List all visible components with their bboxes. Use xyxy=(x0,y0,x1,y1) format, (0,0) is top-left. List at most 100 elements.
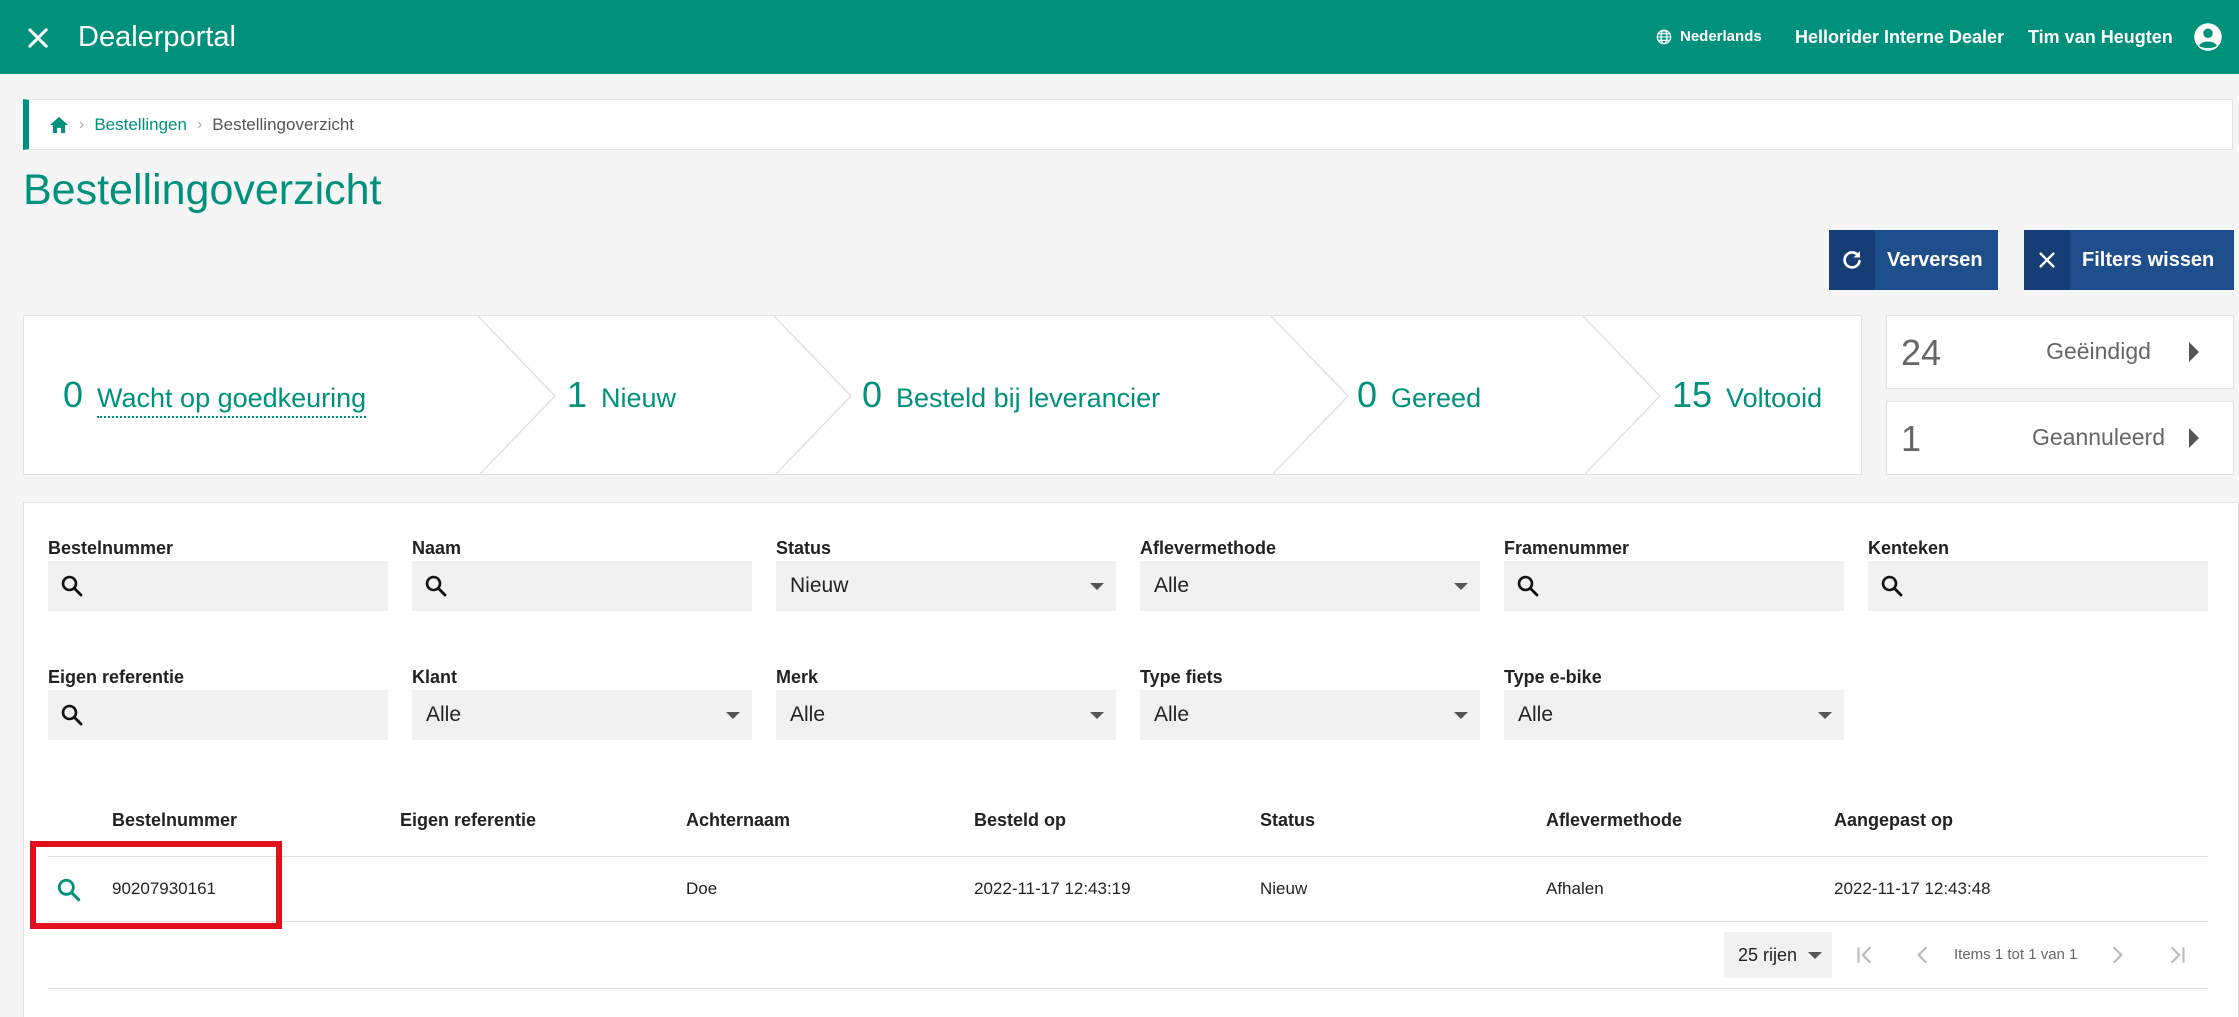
column-header-aangepast-op[interactable]: Aangepast op xyxy=(1834,805,1953,835)
previous-page-icon[interactable] xyxy=(1910,942,1936,968)
card-geeindigd[interactable]: 24 Geëindigd xyxy=(1886,315,2234,389)
breadcrumb-bestellingen[interactable]: Bestellingen xyxy=(94,115,187,135)
kenteken-search-input[interactable] xyxy=(1868,561,2208,611)
highlight-box xyxy=(30,841,282,929)
caret-down-icon xyxy=(1808,952,1822,959)
filter-bestelnummer: Bestelnummer xyxy=(48,537,388,611)
status-select[interactable]: Nieuw xyxy=(776,561,1116,611)
aflevermethode-select[interactable]: Alle xyxy=(1140,561,1480,611)
cell-status: Nieuw xyxy=(1260,879,1308,898)
card-geannuleerd[interactable]: 1 Geannuleerd xyxy=(1886,401,2234,475)
divider xyxy=(48,988,2208,989)
bestelnummer-search-input[interactable] xyxy=(48,561,388,611)
globe-icon xyxy=(1656,29,1672,45)
next-page-icon[interactable] xyxy=(2104,942,2130,968)
column-header-achternaam[interactable]: Achternaam xyxy=(686,805,790,835)
user-name[interactable]: Tim van Heugten xyxy=(2028,25,2173,49)
language-selector[interactable]: Nederlands xyxy=(1656,26,1762,48)
filter-status: Status Nieuw xyxy=(776,537,1116,611)
cell-aangepast-op: 2022-11-17 12:43:48 xyxy=(1834,879,1991,898)
filter-type-fiets: Type fiets Alle xyxy=(1140,666,1480,740)
select-value: Alle xyxy=(426,703,462,726)
language-label: Nederlands xyxy=(1680,28,1762,45)
rows-per-page-select[interactable]: 25 rijen xyxy=(1724,932,1832,978)
naam-search-input[interactable] xyxy=(412,561,752,611)
caret-down-icon xyxy=(1454,583,1468,590)
filter-naam: Naam xyxy=(412,537,752,611)
filter-framenummer: Framenummer xyxy=(1504,537,1844,611)
search-icon xyxy=(61,704,83,726)
stage-voltooid[interactable]: 15 Voltooid xyxy=(1672,374,1822,416)
refresh-label: Verversen xyxy=(1887,248,1983,271)
card-label: Geannuleerd xyxy=(2032,424,2165,450)
stage-label: Besteld bij leverancier xyxy=(896,383,1161,413)
first-page-icon[interactable] xyxy=(1852,942,1878,968)
card-count: 24 xyxy=(1901,332,1942,373)
caret-right-icon xyxy=(2189,428,2199,448)
stage-besteld-bij-leverancier[interactable]: 0 Besteld bij leverancier xyxy=(862,374,1160,416)
type-ebike-select[interactable]: Alle xyxy=(1504,690,1844,740)
rows-per-page-value: 25 rijen xyxy=(1738,944,1798,965)
pagination: 25 rijen Items 1 tot 1 van 1 xyxy=(0,932,2239,978)
pagination-info: Items 1 tot 1 van 1 xyxy=(1954,946,2078,963)
card-label: Geëindigd xyxy=(2046,338,2151,364)
caret-down-icon xyxy=(1818,712,1832,719)
caret-down-icon xyxy=(1090,583,1104,590)
eigen-referentie-search-input[interactable] xyxy=(48,690,388,740)
search-icon xyxy=(1517,575,1539,597)
filter-label: Type fiets xyxy=(1140,667,1223,687)
select-value: Alle xyxy=(790,703,826,726)
filter-klant: Klant Alle xyxy=(412,666,752,740)
select-value: Alle xyxy=(1154,703,1190,726)
stage-wacht-op-goedkeuring[interactable]: 0 Wacht op goedkeuring xyxy=(63,374,367,418)
filter-label: Naam xyxy=(412,538,462,558)
cell-achternaam: Doe xyxy=(686,879,718,898)
stage-count: 0 xyxy=(862,374,883,415)
stage-label: Voltooid xyxy=(1726,383,1823,413)
close-icon[interactable] xyxy=(24,24,52,52)
column-header-besteld-op[interactable]: Besteld op xyxy=(974,805,1066,835)
table-row[interactable]: 90207930161 Doe 2022-11-17 12:43:19 Nieu… xyxy=(0,857,2239,921)
select-value: Alle xyxy=(1518,703,1554,726)
filter-label: Framenummer xyxy=(1504,538,1630,558)
last-page-icon[interactable] xyxy=(2164,942,2190,968)
filter-label: Merk xyxy=(776,667,819,687)
clear-filters-label: Filters wissen xyxy=(2082,248,2215,271)
caret-down-icon xyxy=(1090,712,1104,719)
filter-label: Aflevermethode xyxy=(1140,538,1277,558)
framenummer-search-input[interactable] xyxy=(1504,561,1844,611)
refresh-button[interactable]: Verversen xyxy=(1829,230,1998,290)
app-title: Dealerportal xyxy=(78,21,236,53)
status-strip: 0 Wacht op goedkeuring 1 Nieuw 0 Besteld… xyxy=(23,315,1862,475)
refresh-icon xyxy=(1829,230,1875,290)
account-icon[interactable] xyxy=(2193,22,2223,52)
stage-nieuw[interactable]: 1 Nieuw xyxy=(567,374,676,416)
cell-aflevermethode: Afhalen xyxy=(1546,879,1604,898)
filter-eigen-referentie: Eigen referentie xyxy=(48,666,388,740)
page-title: Bestellingoverzicht xyxy=(23,166,382,214)
klant-select[interactable]: Alle xyxy=(412,690,752,740)
column-header-aflevermethode[interactable]: Aflevermethode xyxy=(1546,805,1682,835)
chevron-right-icon: › xyxy=(196,115,203,133)
caret-right-icon xyxy=(2189,342,2199,362)
filter-label: Status xyxy=(776,538,832,558)
filter-label: Eigen referentie xyxy=(48,667,185,687)
dealer-name[interactable]: Hellorider Interne Dealer xyxy=(1795,25,2004,49)
divider xyxy=(48,921,2208,922)
filter-label: Kenteken xyxy=(1868,538,1950,558)
stage-count: 1 xyxy=(567,374,588,415)
column-header-eigen-referentie[interactable]: Eigen referentie xyxy=(400,805,536,835)
filter-merk: Merk Alle xyxy=(776,666,1116,740)
column-header-bestelnummer[interactable]: Bestelnummer xyxy=(112,805,237,835)
cell-besteld-op: 2022-11-17 12:43:19 xyxy=(974,879,1131,898)
breadcrumb-current: Bestellingoverzicht xyxy=(212,114,355,134)
merk-select[interactable]: Alle xyxy=(776,690,1116,740)
search-icon xyxy=(425,575,447,597)
column-header-status[interactable]: Status xyxy=(1260,805,1315,835)
stage-label: Nieuw xyxy=(601,383,677,413)
stage-gereed[interactable]: 0 Gereed xyxy=(1357,374,1481,416)
type-fiets-select[interactable]: Alle xyxy=(1140,690,1480,740)
home-icon[interactable] xyxy=(49,116,69,134)
clear-filters-button[interactable]: Filters wissen xyxy=(2024,230,2234,290)
breadcrumb: › Bestellingen › Bestellingoverzicht xyxy=(23,99,2233,150)
